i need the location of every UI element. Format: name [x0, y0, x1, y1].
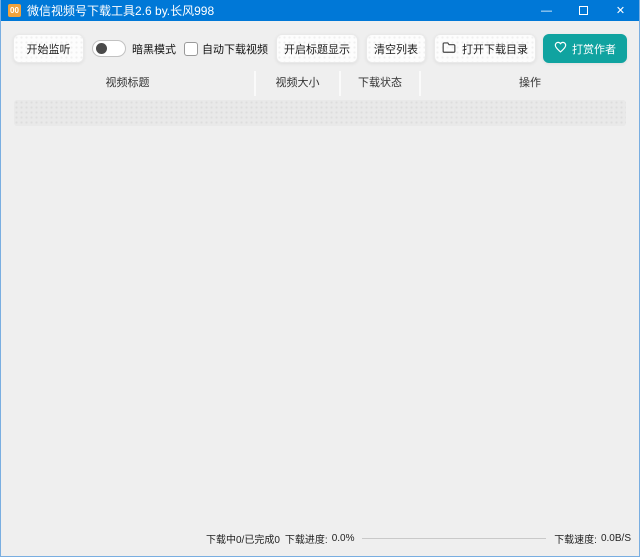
empty-table-row — [14, 100, 626, 126]
app-icon: 00 — [8, 4, 21, 17]
column-header-action[interactable]: 操作 — [421, 71, 639, 96]
open-download-dir-button[interactable]: 打开下载目录 — [434, 34, 536, 63]
folder-icon — [442, 41, 456, 56]
window-controls: — ✕ — [528, 0, 639, 21]
title-display-button[interactable]: 开启标题显示 — [276, 34, 358, 63]
statusbar: 下载中0/已完成0 下载进度: 0.0% 下载速度: 0.0B/S — [1, 531, 631, 546]
auto-download-checkbox[interactable] — [184, 41, 198, 56]
dark-mode-label: 暗黑模式 — [132, 43, 176, 56]
column-header-video-size[interactable]: 视频大小 — [256, 71, 341, 96]
column-header-download-status[interactable]: 下载状态 — [341, 71, 421, 96]
app-window: 00 微信视频号下载工具2.6 by.长风998 — ✕ 开始监听 暗黑模式 自… — [0, 0, 640, 557]
open-download-dir-label: 打开下载目录 — [462, 43, 528, 56]
maximize-button[interactable] — [565, 0, 602, 21]
titlebar[interactable]: 00 微信视频号下载工具2.6 by.长风998 — ✕ — [1, 0, 639, 21]
progress-bar — [362, 538, 547, 539]
window-title: 微信视频号下载工具2.6 by.长风998 — [27, 4, 215, 18]
start-listen-button[interactable]: 开始监听 — [13, 34, 84, 63]
speed-label: 下载速度: — [554, 535, 597, 546]
progress-value: 0.0% — [331, 533, 355, 544]
auto-download-label: 自动下载视频 — [202, 43, 268, 56]
minimize-button[interactable]: — — [528, 0, 565, 21]
table-header: 视频标题 视频大小 下载状态 操作 — [1, 71, 639, 96]
dark-mode-toggle[interactable] — [92, 40, 126, 57]
reward-author-label: 打赏作者 — [572, 43, 616, 56]
table-body-area — [1, 126, 639, 556]
progress-label: 下载进度: — [284, 535, 328, 546]
toolbar: 开始监听 暗黑模式 自动下载视频 开启标题显示 清空列表 打开下载目录 打赏作者 — [1, 34, 639, 63]
speed-value: 0.0B/S — [600, 533, 631, 544]
download-counts: 下载中0/已完成0 — [206, 535, 280, 546]
toggle-knob-icon — [96, 43, 107, 54]
reward-author-button[interactable]: 打赏作者 — [543, 34, 627, 63]
heart-icon — [554, 41, 567, 56]
close-button[interactable]: ✕ — [602, 0, 639, 21]
column-header-video-title[interactable]: 视频标题 — [1, 71, 256, 96]
maximize-icon — [579, 6, 588, 15]
clear-list-button[interactable]: 清空列表 — [366, 34, 426, 63]
